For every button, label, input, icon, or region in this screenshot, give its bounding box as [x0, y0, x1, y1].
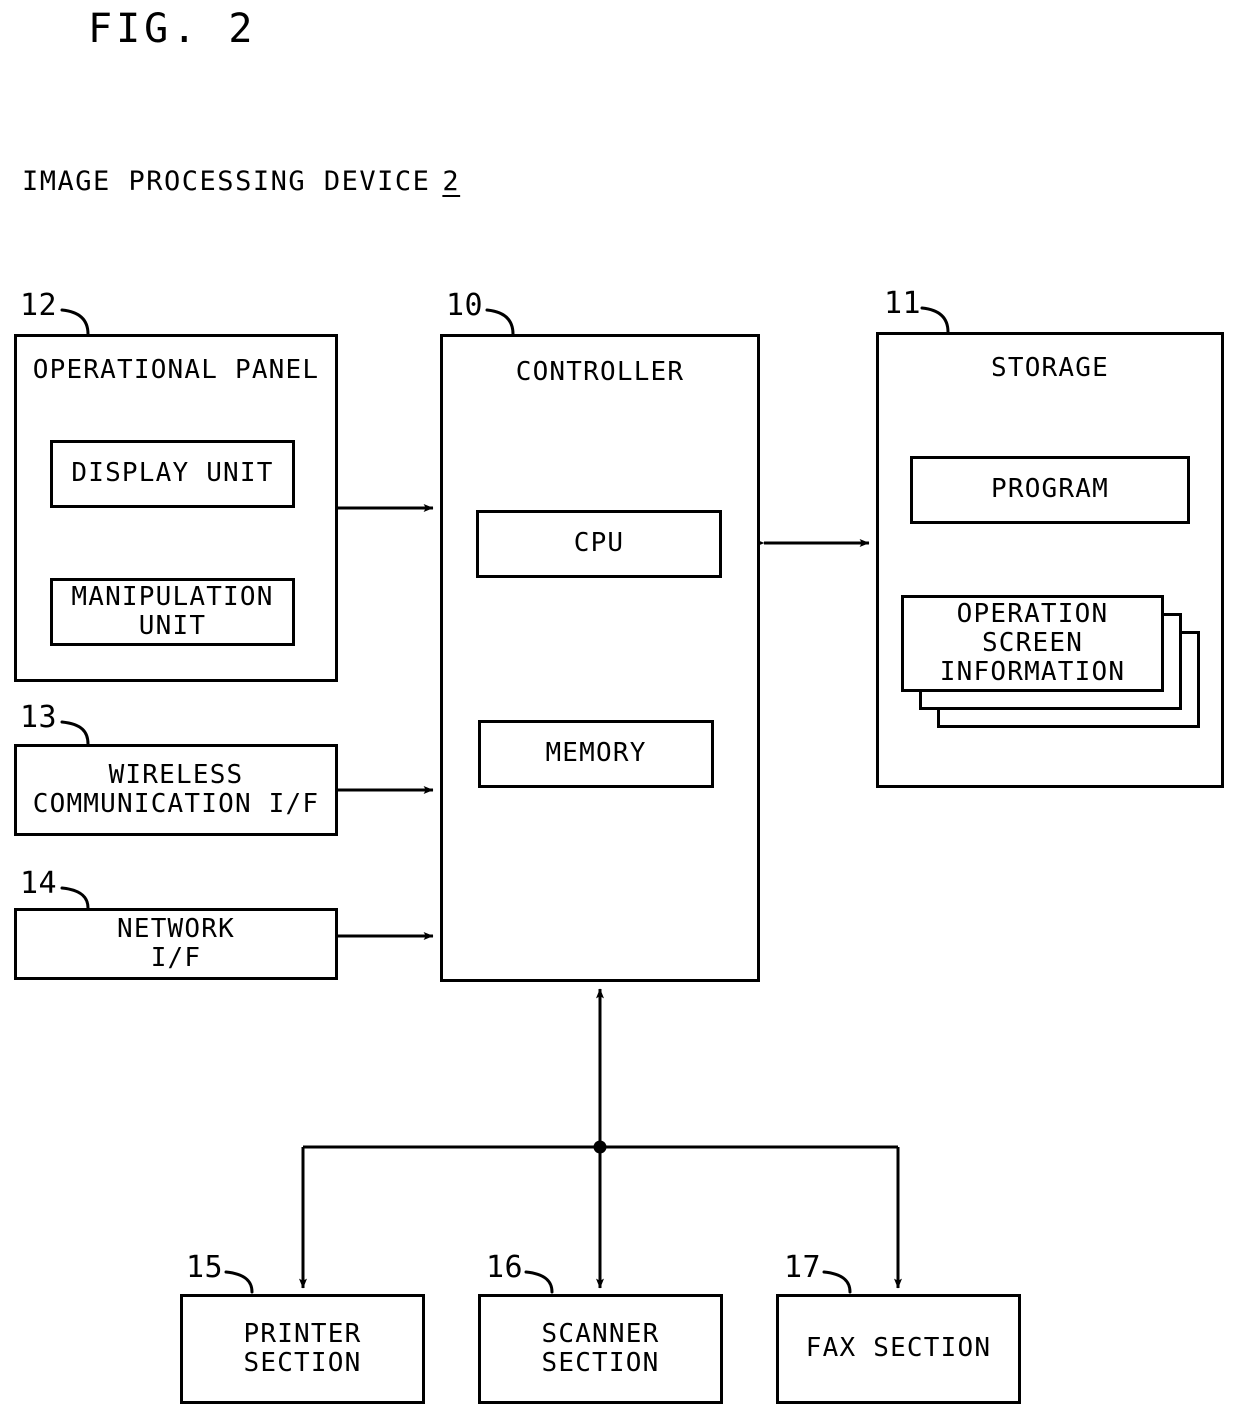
block-wireless-communication-if[interactable]: WIRELESS COMMUNICATION I/F — [14, 744, 338, 836]
block-display-unit[interactable]: DISPLAY UNIT — [50, 440, 295, 508]
block-network-if[interactable]: NETWORK I/F — [14, 908, 338, 980]
block-manipulation-unit[interactable]: MANIPULATION UNIT — [50, 578, 295, 646]
memory-label: MEMORY — [545, 738, 647, 769]
program-label: PROGRAM — [991, 474, 1109, 505]
storage-title: STORAGE — [991, 353, 1109, 383]
block-program[interactable]: PROGRAM — [910, 456, 1190, 524]
block-cpu[interactable]: CPU — [476, 510, 722, 578]
fax-section-label: FAX SECTION — [805, 1333, 992, 1364]
operational-panel-title: OPERATIONAL PANEL — [32, 355, 320, 385]
block-scanner-section[interactable]: SCANNER SECTION — [478, 1294, 723, 1404]
operation-screen-information-label: OPERATION SCREEN INFORMATION — [939, 598, 1126, 688]
manipulation-unit-label: MANIPULATION UNIT — [71, 581, 274, 641]
ref-numeral-16: 16 — [486, 1250, 524, 1285]
network-if-label: NETWORK I/F — [117, 913, 235, 973]
cpu-label: CPU — [573, 528, 625, 559]
block-controller[interactable]: CONTROLLER — [440, 334, 760, 982]
ref-numeral-10: 10 — [446, 288, 484, 323]
block-fax-section[interactable]: FAX SECTION — [776, 1294, 1021, 1404]
bus-junction-dot — [593, 1140, 607, 1154]
controller-title: CONTROLLER — [515, 357, 685, 387]
ref-numeral-11: 11 — [884, 286, 922, 321]
printer-section-label: PRINTER SECTION — [243, 1318, 362, 1378]
ref-numeral-17: 17 — [784, 1250, 822, 1285]
block-memory[interactable]: MEMORY — [478, 720, 714, 788]
ref-numeral-15: 15 — [186, 1250, 224, 1285]
figure-canvas: FIG. 2 IMAGE PROCESSING DEVICE 2 12 13 1… — [0, 0, 1240, 1416]
scanner-section-label: SCANNER SECTION — [541, 1318, 660, 1378]
block-printer-section[interactable]: PRINTER SECTION — [180, 1294, 425, 1404]
block-operation-screen-information[interactable]: OPERATION SCREEN INFORMATION — [901, 595, 1164, 692]
ref-numeral-12: 12 — [20, 288, 58, 323]
ref-numeral-14: 14 — [20, 866, 58, 901]
ref-numeral-13: 13 — [20, 700, 58, 735]
wireless-communication-if-label: WIRELESS COMMUNICATION I/F — [32, 759, 320, 819]
display-unit-label: DISPLAY UNIT — [71, 458, 274, 489]
